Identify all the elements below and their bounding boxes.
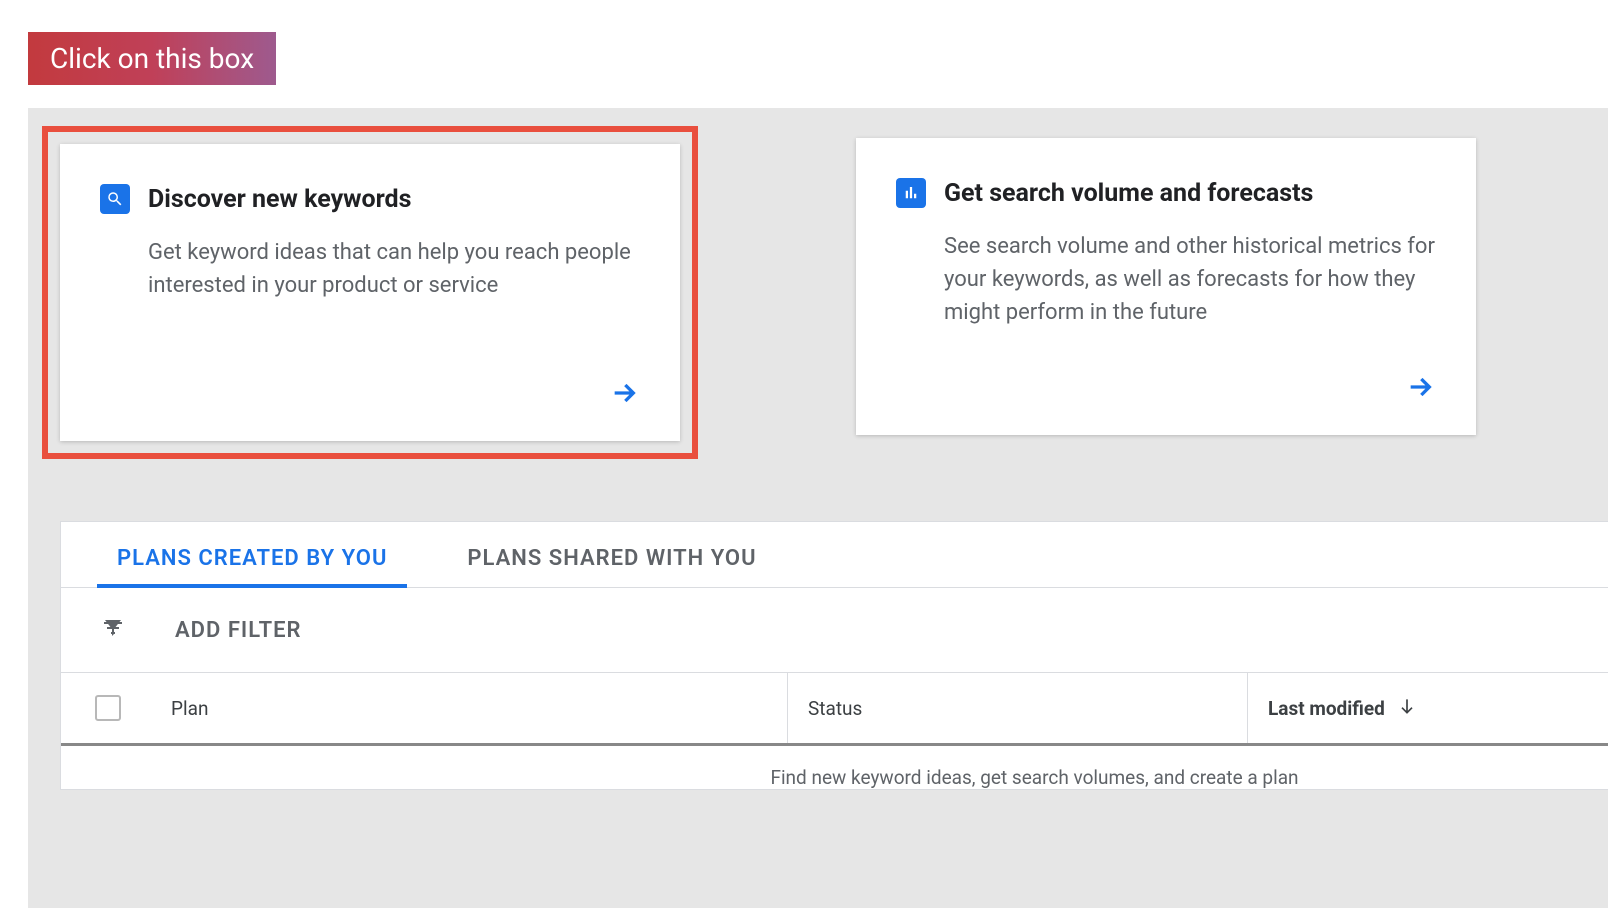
cards-row: Discover new keywords Get keyword ideas … [60, 138, 1608, 471]
header-label: Plan [171, 697, 208, 720]
main-content-area: Discover new keywords Get keyword ideas … [28, 108, 1608, 908]
card-description: See search volume and other historical m… [944, 230, 1436, 329]
select-all-cell [61, 673, 151, 743]
filter-icon[interactable] [101, 616, 125, 644]
discover-keywords-card[interactable]: Discover new keywords Get keyword ideas … [60, 144, 680, 441]
add-filter-button[interactable]: ADD FILTER [175, 618, 301, 643]
callout-text: Click on this box [50, 42, 254, 75]
filter-row: ADD FILTER [61, 588, 1608, 673]
header-label: Status [808, 697, 862, 720]
card-title: Discover new keywords [148, 185, 411, 214]
tabs-row: PLANS CREATED BY YOU PLANS SHARED WITH Y… [61, 522, 1608, 588]
tab-label: PLANS SHARED WITH YOU [467, 546, 756, 571]
table-header-row: Plan Status Last modified [61, 673, 1608, 746]
arrow-right-icon [1404, 371, 1436, 407]
tab-plans-created-by-you[interactable]: PLANS CREATED BY YOU [97, 522, 407, 587]
card-header: Get search volume and forecasts [896, 178, 1436, 208]
card-title: Get search volume and forecasts [944, 179, 1313, 208]
card-header: Discover new keywords [100, 184, 640, 214]
column-header-status[interactable]: Status [788, 673, 1248, 743]
column-header-plan[interactable]: Plan [151, 673, 788, 743]
search-volume-forecasts-card[interactable]: Get search volume and forecasts See sear… [856, 138, 1476, 435]
tab-plans-shared-with-you[interactable]: PLANS SHARED WITH YOU [447, 522, 776, 587]
plans-panel: PLANS CREATED BY YOU PLANS SHARED WITH Y… [60, 521, 1608, 790]
tab-label: PLANS CREATED BY YOU [117, 546, 387, 571]
instruction-callout: Click on this box [28, 32, 276, 85]
select-all-checkbox[interactable] [95, 695, 121, 721]
empty-state-hint: Find new keyword ideas, get search volum… [461, 746, 1608, 789]
highlight-frame: Discover new keywords Get keyword ideas … [42, 126, 698, 459]
bar-chart-icon [896, 178, 926, 208]
column-header-last-modified[interactable]: Last modified [1248, 673, 1608, 743]
search-icon [100, 184, 130, 214]
card-description: Get keyword ideas that can help you reac… [148, 236, 640, 302]
arrow-right-icon [608, 377, 640, 413]
header-label: Last modified [1268, 697, 1385, 720]
sort-descending-icon [1397, 696, 1417, 721]
